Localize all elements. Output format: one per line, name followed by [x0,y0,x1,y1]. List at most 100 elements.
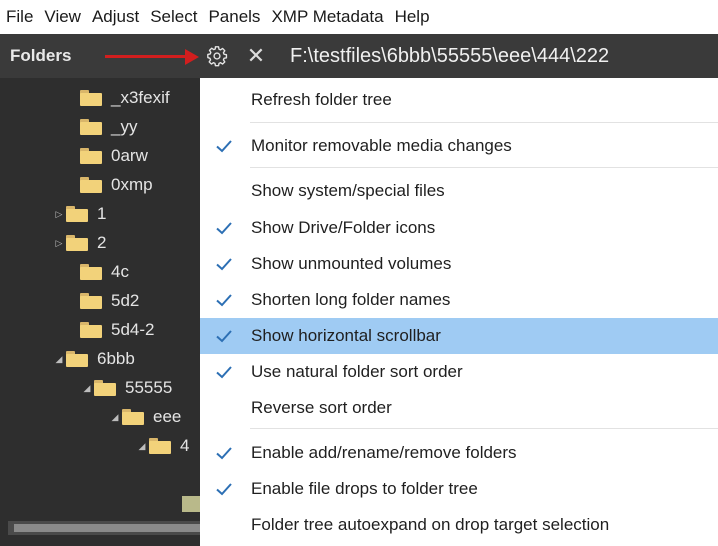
expand-toggle-icon[interactable]: ◢ [52,354,66,365]
selected-folder-icon [182,496,200,512]
menu-item-label: Enable file drops to folder tree [251,479,478,498]
checkmark-icon [216,447,232,460]
tree-item[interactable]: ◢ 4 [135,432,190,460]
tree-item[interactable]: ▷ 1 [52,200,107,228]
annotation-arrow-head [185,49,199,65]
menu-separator [250,428,718,429]
menu-item[interactable]: Refresh folder tree [200,82,718,118]
menu-panels[interactable]: Panels [208,0,260,34]
tree-item-label: _yy [111,117,138,136]
annotation-arrow [105,55,187,58]
tree-item[interactable]: 5d2 [66,287,139,315]
tree-item[interactable]: 5d4-2 [66,316,154,344]
menu-view[interactable]: View [44,0,81,34]
menu-select[interactable]: Select [150,0,197,34]
checkmark-icon [216,140,232,153]
menu-separator [250,167,718,168]
tree-item-label: 55555 [125,378,173,397]
expand-toggle-icon[interactable]: ◢ [80,383,94,394]
tree-item-label: 0xmp [111,175,153,194]
tree-item[interactable]: _yy [66,113,137,141]
menu-separator [250,122,718,123]
expand-toggle-icon[interactable]: ◢ [135,441,149,452]
menu-item-label: Show unmounted volumes [251,254,452,273]
menu-item[interactable]: Enable file drops to folder tree [200,471,718,507]
tree-item-label: 2 [97,233,107,252]
menu-bar: File View Adjust Select Panels XMP Metad… [0,0,718,34]
menu-adjust[interactable]: Adjust [92,0,139,34]
horizontal-scrollbar[interactable] [8,521,202,535]
tree-item[interactable]: _x3fexif [66,84,170,112]
tree-item[interactable]: ◢ 55555 [80,374,173,402]
menu-help[interactable]: Help [395,0,430,34]
menu-file[interactable]: File [6,0,33,34]
folder-tree: _x3fexif _yy 0arw 0xmp ▷ 1 ▷ 2 4c 5d2 5d4-2 ◢ 6bbb ◢ 5… [0,78,200,546]
expand-toggle-icon[interactable]: ◢ [108,412,122,423]
close-icon: ✕ [246,43,266,68]
tree-item[interactable]: ▷ 2 [52,229,107,257]
menu-item[interactable]: Enable add/rename/remove folders [200,435,718,471]
menu-item-label: Enable add/rename/remove folders [251,443,517,462]
menu-item-label: Monitor removable media changes [251,136,512,155]
menu-item[interactable]: Shorten long folder names [200,282,718,318]
scrollbar-thumb[interactable] [14,524,200,532]
menu-item[interactable]: Folder tree autoexpand on drop target se… [200,507,718,543]
tree-item-label: 4 [180,436,190,455]
tree-item-label: 5d2 [111,291,140,310]
folder-icon [94,380,116,396]
tree-item[interactable]: ◢ 6bbb [52,345,135,373]
folder-icon [80,119,102,135]
checkmark-icon [216,330,232,343]
folder-icon [66,206,88,222]
tree-item[interactable]: 0xmp [66,171,153,199]
menu-item[interactable]: Monitor removable media changes [200,128,718,164]
tree-item-label: 6bbb [97,349,135,368]
folder-icon [80,177,102,193]
menu-item-label: Refresh folder tree [251,90,392,109]
menu-item[interactable]: Show system/special files [200,173,718,209]
menu-item-label: Shorten long folder names [251,290,451,309]
tree-item-label: 5d4-2 [111,320,155,339]
checkmark-icon [216,483,232,496]
folder-icon [80,293,102,309]
tree-item[interactable]: ◢ eee [108,403,182,431]
folder-icon [149,438,171,454]
settings-button[interactable] [202,41,232,71]
checkmark-icon [216,258,232,271]
tree-item-label: 0arw [111,146,148,165]
folder-icon [66,235,88,251]
menu-item[interactable]: Show horizontal scrollbar [200,318,718,354]
menu-item-label: Show Drive/Folder icons [251,218,436,237]
menu-item-label: Show system/special files [251,181,445,200]
gear-icon [207,46,228,67]
expand-toggle-icon[interactable]: ▷ [52,238,66,249]
tree-item[interactable]: 0arw [66,142,148,170]
folder-icon [122,409,144,425]
folder-settings-menu: Refresh folder tree Monitor removable med… [200,78,718,546]
close-panel-button[interactable]: ✕ [244,41,268,71]
folder-icon [66,351,88,367]
menu-item-label: Use natural folder sort order [251,362,463,381]
menu-xmp-metadata[interactable]: XMP Metadata [271,0,383,34]
tree-item-label: _x3fexif [111,88,170,107]
checkmark-icon [216,294,232,307]
folder-icon [80,264,102,280]
folder-icon [80,148,102,164]
tree-item-label: 4c [111,262,129,281]
menu-item[interactable]: Show Drive/Folder icons [200,210,718,246]
folder-icon [80,90,102,106]
menu-item-label: Folder tree autoexpand on drop target se… [251,515,610,534]
path-tab[interactable]: F:\testfiles\6bbb\55555\eee\444\222 [290,34,718,78]
menu-item[interactable]: Use natural folder sort order [200,354,718,390]
tree-item-label: eee [153,407,182,426]
menu-item[interactable]: Show unmounted volumes [200,246,718,282]
folders-tab[interactable]: Folders [10,34,71,78]
checkmark-icon [216,222,232,235]
tree-item-label: 1 [97,204,107,223]
tree-item[interactable]: 4c [66,258,129,286]
expand-toggle-icon[interactable]: ▷ [52,209,66,220]
menu-item-label: Reverse sort order [251,398,392,417]
menu-item-label: Show horizontal scrollbar [251,326,441,345]
folder-icon [80,322,102,338]
menu-item[interactable]: Reverse sort order [200,390,718,426]
